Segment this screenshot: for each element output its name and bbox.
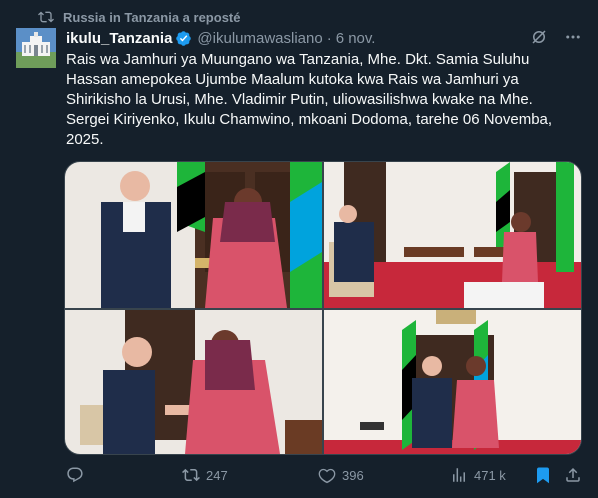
statehouse-avatar-image bbox=[16, 28, 56, 68]
action-bar: 247 396 471 k bbox=[62, 464, 582, 488]
repost-text: Russia in Tanzania a reposté bbox=[63, 9, 241, 25]
bookmark-button[interactable] bbox=[534, 466, 552, 484]
repost-button[interactable]: 247 bbox=[182, 466, 228, 484]
share-icon bbox=[566, 467, 580, 482]
photo-4[interactable] bbox=[324, 310, 581, 454]
repost-icon bbox=[38, 11, 54, 23]
like-count: 396 bbox=[342, 467, 364, 483]
verified-badge-icon[interactable] bbox=[175, 30, 192, 47]
heart-icon bbox=[318, 468, 336, 484]
avatar[interactable] bbox=[16, 28, 56, 68]
repost-count: 247 bbox=[206, 467, 228, 483]
reply-icon bbox=[67, 467, 83, 483]
repost-context[interactable]: Russia in Tanzania a reposté bbox=[38, 8, 240, 26]
reply-button[interactable] bbox=[66, 466, 90, 484]
photo-3[interactable] bbox=[65, 310, 322, 454]
author-handle[interactable]: @ikulumawasliano bbox=[197, 30, 322, 47]
author-display-name[interactable]: ikulu_Tanzania bbox=[66, 30, 172, 47]
separator-dot: · bbox=[326, 29, 332, 47]
views-count: 471 k bbox=[474, 467, 506, 483]
media-grid bbox=[64, 161, 582, 455]
more-icon[interactable] bbox=[564, 28, 582, 46]
grok-icon[interactable] bbox=[530, 28, 548, 46]
post-timestamp[interactable]: 6 nov. bbox=[336, 30, 376, 47]
bookmark-icon bbox=[537, 467, 549, 484]
views-button[interactable]: 471 k bbox=[450, 466, 506, 484]
like-button[interactable]: 396 bbox=[318, 466, 364, 484]
repost-icon bbox=[182, 468, 200, 482]
photo-1[interactable] bbox=[65, 162, 322, 308]
post-text: Rais wa Jamhuri ya Muungano wa Tanzania,… bbox=[66, 51, 553, 148]
photo-2[interactable] bbox=[324, 162, 581, 308]
views-chart-icon bbox=[453, 468, 465, 482]
post-header: ikulu_Tanzania @ikulumawasliano · 6 nov. bbox=[66, 28, 582, 48]
share-button[interactable] bbox=[564, 466, 582, 484]
